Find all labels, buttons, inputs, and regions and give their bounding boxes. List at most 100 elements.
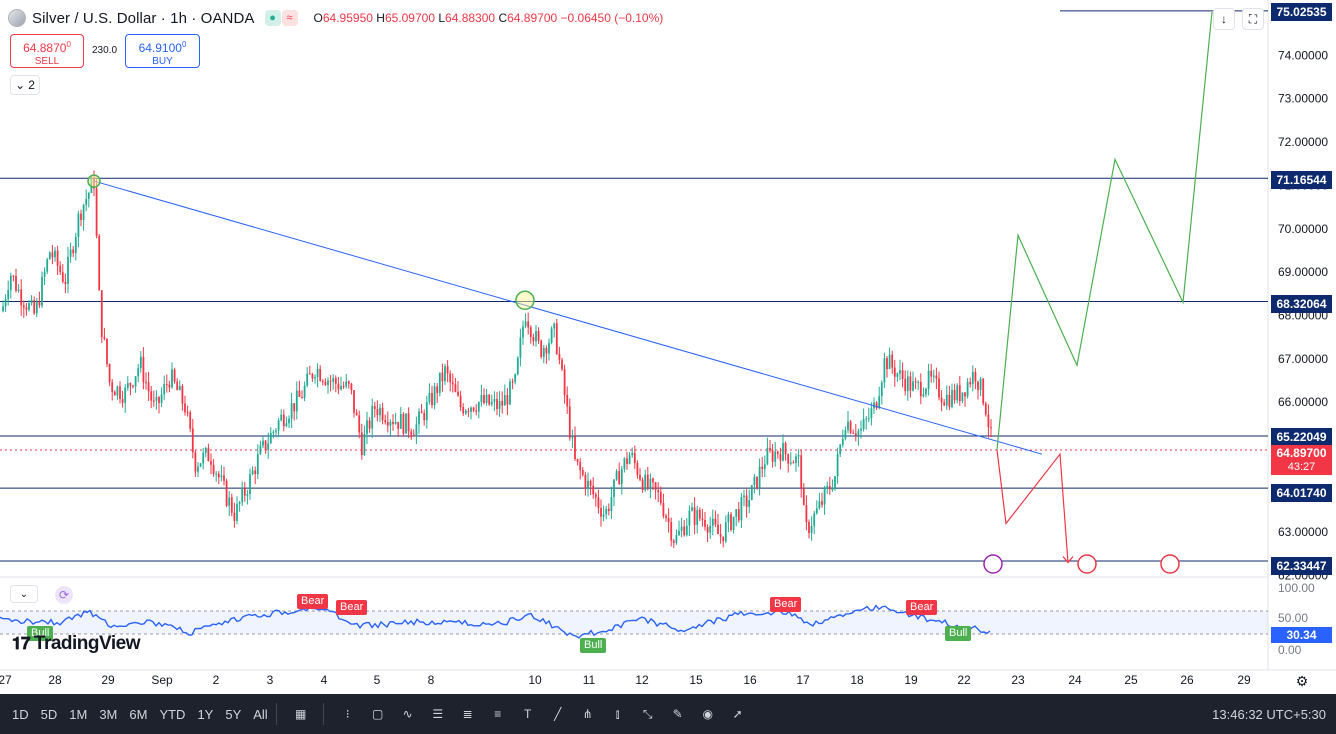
candle-body <box>641 479 644 490</box>
candle-body <box>402 414 405 434</box>
lightning-event-icon <box>983 554 1003 574</box>
candle-body <box>493 399 496 402</box>
timeframe-1d[interactable]: 1D <box>12 707 29 722</box>
time-tick: Sep <box>151 673 173 687</box>
chevron-down-icon: ⌄ <box>15 78 26 92</box>
toolbar-divider <box>275 703 277 725</box>
candle-body <box>574 436 576 460</box>
candle-body <box>30 300 33 304</box>
candle-body <box>319 369 322 381</box>
timeframe-all[interactable]: All <box>253 707 267 722</box>
gann-icon[interactable]: ≡ <box>484 700 512 728</box>
time-axis[interactable]: 27 28 29 Sep 2 3 4 5 8 10 11 12 15 16 17 18 19 22 23 24 25 26… <box>0 670 1268 690</box>
price-tick: 73.00000 <box>1278 92 1328 106</box>
date-range-icon[interactable]: ▦ <box>287 700 315 728</box>
rectangle-icon[interactable]: ▢ <box>364 700 392 728</box>
candle-body <box>350 383 353 391</box>
gear-icon[interactable]: ⚙ <box>1294 673 1310 689</box>
time-tick: 18 <box>850 673 864 687</box>
timeframe-6m[interactable]: 6M <box>129 707 147 722</box>
candle-body <box>854 433 857 436</box>
candle-body <box>883 358 886 383</box>
fullscreen-button[interactable]: ⛶ <box>1242 8 1264 30</box>
path-icon[interactable]: ∿ <box>394 700 422 728</box>
candle-body <box>748 500 751 507</box>
xabcd-pattern-icon[interactable]: ⤡ <box>634 700 662 728</box>
spread-value: 230.0 <box>92 45 118 56</box>
candle-body <box>381 407 384 421</box>
candle-body <box>431 393 433 406</box>
candle-body <box>860 428 862 431</box>
wave-icon[interactable]: ≈ <box>281 10 298 26</box>
candle-body <box>181 386 184 404</box>
candle-body <box>815 508 818 514</box>
timeframe-1y[interactable]: 1Y <box>197 707 213 722</box>
candle-body <box>714 518 717 525</box>
candle-body <box>925 388 927 395</box>
candle-body <box>649 478 652 488</box>
candle-body <box>750 485 753 501</box>
candle-body <box>563 369 566 396</box>
tradingview-logo[interactable]: 𝟏𝟕 TradingView <box>12 633 140 655</box>
candle-body <box>397 421 400 429</box>
candle-body <box>477 402 480 412</box>
buy-button[interactable]: 64.91000 BUY <box>125 34 200 68</box>
fib-extension-icon[interactable]: ≣ <box>454 700 482 728</box>
candle-body <box>108 364 111 383</box>
candle-body <box>134 376 137 387</box>
candle-body <box>540 340 543 357</box>
arrow-marker-icon[interactable]: ➚ <box>724 700 752 728</box>
dotted-cursor-icon[interactable]: ⁝ <box>334 700 362 728</box>
candle-body <box>594 494 597 498</box>
clock[interactable]: 13:46:32 UTC+5:30 <box>1212 707 1326 722</box>
timeframe-5d[interactable]: 5D <box>41 707 58 722</box>
candle-body <box>852 432 855 434</box>
timeframe-ytd[interactable]: YTD <box>159 707 185 722</box>
market-open-icon[interactable]: ● <box>264 10 281 26</box>
descending-trendline <box>93 180 1043 455</box>
candle-body <box>129 383 132 386</box>
candle-body <box>186 412 189 414</box>
candle-body <box>113 391 116 396</box>
fib-retracement-icon[interactable]: ☰ <box>424 700 452 728</box>
scroll-down-button[interactable]: ↓ <box>1213 8 1235 30</box>
text-icon[interactable]: T <box>514 700 542 728</box>
candle-body <box>217 473 220 478</box>
candle-body <box>243 488 246 496</box>
candle-body <box>953 389 956 401</box>
sell-button[interactable]: 64.88700 SELL <box>10 34 84 68</box>
forecast-icon[interactable]: ⫾ <box>604 700 632 728</box>
trend-line-icon[interactable]: ╱ <box>544 700 572 728</box>
timeframe-1m[interactable]: 1M <box>69 707 87 722</box>
candle-body <box>225 480 228 506</box>
timeframe-3m[interactable]: 3M <box>99 707 117 722</box>
rsi-collapse-toggle[interactable]: ⌄ <box>10 585 38 603</box>
candle-body <box>228 497 231 506</box>
rsi-refresh-icon[interactable]: ⟳ <box>55 586 73 604</box>
timeframe-5y[interactable]: 5Y <box>225 707 241 722</box>
candle-body <box>810 525 813 533</box>
candle-body <box>54 250 56 258</box>
symbol-title[interactable]: Silver / U.S. Dollar · 1h · OANDA <box>32 10 255 27</box>
candle-body <box>964 392 966 397</box>
candle-body <box>961 392 964 402</box>
candle-body <box>233 512 236 521</box>
candle-body <box>256 454 259 475</box>
pitchfork-icon[interactable]: ⋔ <box>574 700 602 728</box>
candle-body <box>363 433 366 456</box>
candle-body <box>779 454 782 461</box>
price-tag-s1: 64.01740 <box>1271 484 1332 502</box>
price-chart[interactable]: 75.0000074.0000073.0000072.0000071.00000… <box>0 0 1336 694</box>
eye-icon[interactable]: ◉ <box>694 700 722 728</box>
change-value: −0.06450 (−0.10%) <box>560 11 664 25</box>
candle-body <box>636 462 639 475</box>
candle-body <box>210 461 212 465</box>
market-status-pills[interactable]: ● ≈ <box>264 10 298 26</box>
candle-body <box>35 301 38 314</box>
candle-body <box>717 524 719 535</box>
price-tag-r2: 68.32064 <box>1271 295 1332 313</box>
brush-icon[interactable]: ✎ <box>664 700 692 728</box>
indicators-toggle[interactable]: ⌄ 2 <box>10 75 40 95</box>
candle-body <box>150 391 153 401</box>
candle-body <box>98 235 101 291</box>
